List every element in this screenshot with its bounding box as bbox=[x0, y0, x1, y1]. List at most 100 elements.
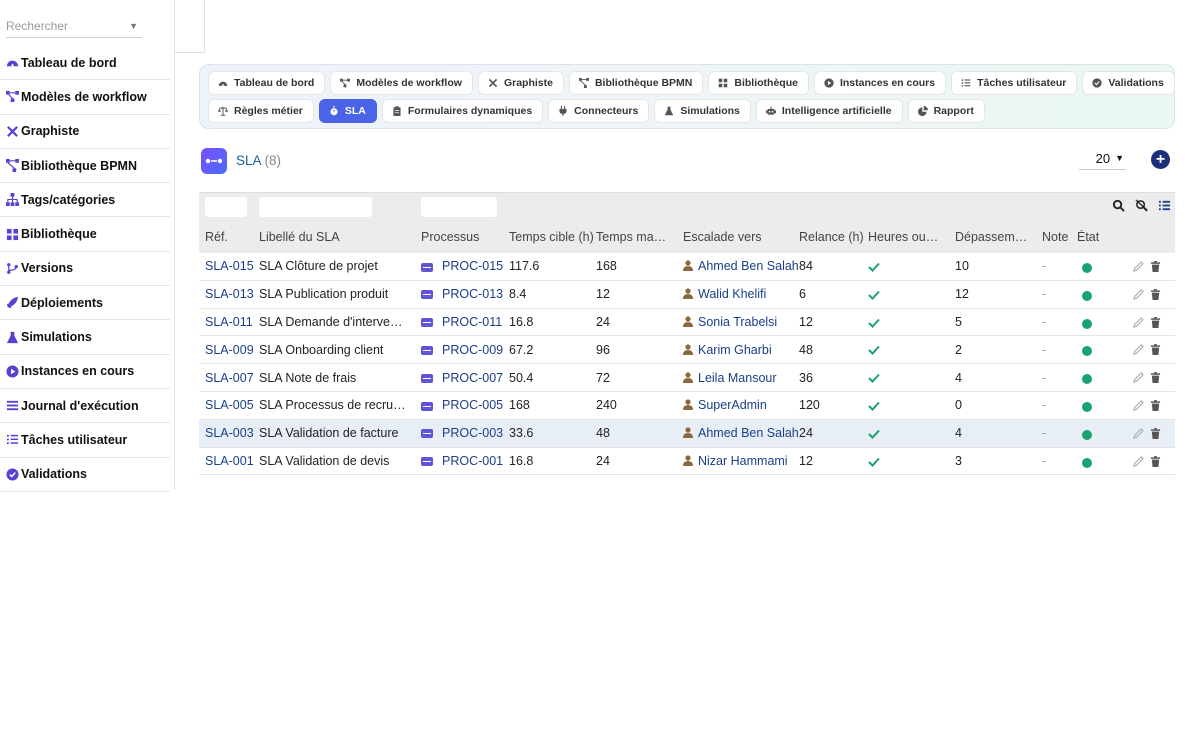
table-row[interactable]: SLA-009 SLA Onboarding client PROC-009 67.2… bbox=[199, 336, 1175, 365]
max-time: 168 bbox=[596, 259, 617, 274]
play-circle-icon bbox=[824, 78, 834, 88]
tab-flask[interactable]: Simulations bbox=[654, 99, 751, 123]
tab-grid[interactable]: Bibliothèque bbox=[708, 71, 809, 95]
tab-dashboard[interactable]: Tableau de bord bbox=[208, 71, 326, 95]
table-row[interactable]: SLA-013 SLA Publication produit PROC-013 8.… bbox=[199, 281, 1175, 309]
columns-list-icon[interactable] bbox=[1158, 199, 1171, 212]
sla-label: SLA Processus de recrutem… bbox=[259, 398, 409, 413]
tab-tasks[interactable]: Tâches utilisateur bbox=[951, 71, 1078, 95]
header-note[interactable]: Note bbox=[1042, 230, 1068, 244]
table-row[interactable]: SLA-011 SLA Demande d'intervention PROC-01… bbox=[199, 309, 1175, 337]
sla-ref-link[interactable]: SLA-009 bbox=[205, 343, 254, 357]
sidebar-item-list[interactable]: Journal d'exécution bbox=[0, 389, 170, 424]
sidebar-item-check-circle[interactable]: Validations bbox=[0, 458, 170, 492]
table-row[interactable]: SLA-001 SLA Validation de devis PROC-001 16… bbox=[199, 448, 1175, 476]
delete-trash-icon[interactable] bbox=[1150, 288, 1161, 300]
header-process[interactable]: Processus bbox=[421, 230, 479, 244]
sidebar-item-play-circle[interactable]: Instances en cours bbox=[0, 355, 170, 389]
filter-label-input[interactable] bbox=[259, 197, 372, 217]
process-link[interactable]: PROC-007 bbox=[442, 371, 503, 385]
delete-trash-icon[interactable] bbox=[1150, 261, 1161, 272]
table-row[interactable]: SLA-015 SLA Clôture de projet PROC-015 117.… bbox=[199, 253, 1175, 281]
sidebar-item-branch[interactable]: Versions bbox=[0, 252, 170, 287]
delete-trash-icon[interactable] bbox=[1150, 455, 1161, 467]
sla-ref-link[interactable]: SLA-013 bbox=[205, 287, 254, 301]
process-link[interactable]: PROC-009 bbox=[442, 343, 503, 357]
edit-pencil-icon[interactable] bbox=[1133, 288, 1144, 300]
edit-pencil-icon[interactable] bbox=[1133, 400, 1144, 411]
clear-filter-icon[interactable] bbox=[1135, 199, 1148, 212]
escalation-cell: Walid Khelifi bbox=[683, 287, 766, 301]
sidebar-item-tools[interactable]: Graphiste bbox=[0, 115, 170, 149]
sidebar-item-bpmn[interactable]: Bibliothèque BPMN bbox=[0, 149, 170, 184]
sla-ref-link[interactable]: SLA-001 bbox=[205, 454, 254, 468]
process-link[interactable]: PROC-011 bbox=[442, 315, 502, 329]
edit-pencil-icon[interactable] bbox=[1133, 316, 1144, 328]
sidebar-item-flask[interactable]: Simulations bbox=[0, 320, 170, 355]
dashboard-icon bbox=[218, 78, 228, 88]
dashboard-icon bbox=[6, 56, 19, 69]
delete-trash-icon[interactable] bbox=[1150, 316, 1161, 328]
process-link[interactable]: PROC-005 bbox=[442, 398, 503, 412]
process-link[interactable]: PROC-001 bbox=[442, 454, 503, 468]
edit-pencil-icon[interactable] bbox=[1133, 455, 1144, 467]
header-label[interactable]: Libellé du SLA bbox=[259, 230, 340, 244]
process-link[interactable]: PROC-013 bbox=[442, 287, 503, 301]
sidebar-item-grid[interactable]: Bibliothèque bbox=[0, 217, 170, 252]
sla-ref-link[interactable]: SLA-015 bbox=[205, 259, 254, 273]
add-sla-button[interactable]: + bbox=[1151, 150, 1170, 169]
sidebar-item-workflow[interactable]: Modèles de workflow bbox=[0, 80, 170, 115]
target-time: 168 bbox=[509, 398, 530, 413]
header-state[interactable]: État bbox=[1077, 230, 1099, 244]
tab-plug[interactable]: Connecteurs bbox=[548, 99, 650, 123]
filter-ref-input[interactable] bbox=[205, 197, 247, 217]
sidebar-item-sitemap[interactable]: Tags/catégories bbox=[0, 183, 170, 218]
sla-ref-link[interactable]: SLA-003 bbox=[205, 426, 254, 440]
tab-pie-chart[interactable]: Rapport bbox=[907, 99, 985, 123]
tab-workflow[interactable]: Modèles de workflow bbox=[330, 71, 473, 95]
sidebar-item-label: Modèles de workflow bbox=[21, 89, 147, 104]
tab-robot[interactable]: Intelligence artificielle bbox=[755, 99, 903, 123]
header-overrun[interactable]: Dépasseme… bbox=[955, 230, 1029, 244]
delete-trash-icon[interactable] bbox=[1150, 399, 1161, 411]
sidebar-item-tasks[interactable]: Tâches utilisateur bbox=[0, 423, 170, 458]
tab-label: Validations bbox=[1108, 77, 1164, 89]
header-business-hours[interactable]: Heures ouvr… bbox=[868, 230, 943, 244]
filter-process-input[interactable] bbox=[421, 197, 497, 217]
delete-trash-icon[interactable] bbox=[1150, 427, 1161, 439]
sla-ref-link[interactable]: SLA-005 bbox=[205, 398, 254, 412]
header-escalation[interactable]: Escalade vers bbox=[683, 230, 762, 244]
header-reminder[interactable]: Relance (h) bbox=[799, 230, 864, 244]
edit-pencil-icon[interactable] bbox=[1133, 427, 1144, 439]
tab-play-circle[interactable]: Instances en cours bbox=[813, 71, 947, 95]
header-max-time[interactable]: Temps maxi… bbox=[596, 230, 670, 244]
delete-trash-icon[interactable] bbox=[1150, 372, 1161, 384]
table-row[interactable]: SLA-007 SLA Note de frais PROC-007 50.4 72 Le… bbox=[199, 364, 1175, 392]
note-value: - bbox=[1042, 259, 1047, 274]
tab-clipboard[interactable]: Formulaires dynamiques bbox=[381, 99, 544, 123]
tab-tools[interactable]: Graphiste bbox=[477, 71, 564, 95]
edit-pencil-icon[interactable] bbox=[1133, 261, 1144, 272]
tab-scale[interactable]: Règles métier bbox=[208, 99, 314, 123]
tab-bpmn[interactable]: Bibliothèque BPMN bbox=[568, 71, 704, 95]
process-link[interactable]: PROC-015 bbox=[442, 259, 503, 273]
sla-ref-link[interactable]: SLA-007 bbox=[205, 371, 254, 385]
sla-ref-link[interactable]: SLA-011 bbox=[205, 315, 253, 329]
table-row[interactable]: SLA-003 SLA Validation de facture PROC-003… bbox=[199, 419, 1175, 448]
edit-pencil-icon[interactable] bbox=[1133, 372, 1144, 384]
header-target-time[interactable]: Temps cible (h) bbox=[509, 230, 594, 244]
tab-check-circle[interactable]: Validations bbox=[1082, 71, 1175, 95]
header-ref[interactable]: Réf. bbox=[205, 230, 228, 244]
tab-stopwatch[interactable]: SLA bbox=[318, 99, 377, 123]
search-select[interactable]: Rechercher ▼ bbox=[6, 14, 142, 38]
search-icon[interactable] bbox=[1112, 199, 1125, 212]
overrun-count: 4 bbox=[955, 426, 962, 441]
process-link[interactable]: PROC-003 bbox=[442, 426, 503, 440]
page-size-select[interactable]: 20 ▼ bbox=[1079, 147, 1126, 170]
caret-down-icon[interactable]: ▼ bbox=[129, 14, 138, 38]
edit-pencil-icon[interactable] bbox=[1133, 344, 1144, 356]
table-row[interactable]: SLA-005 SLA Processus de recrutem… PROC-00… bbox=[199, 392, 1175, 420]
sidebar-item-rocket[interactable]: Déploiements bbox=[0, 286, 170, 321]
delete-trash-icon[interactable] bbox=[1150, 344, 1161, 356]
sidebar-item-dashboard[interactable]: Tableau de bord bbox=[0, 46, 170, 81]
